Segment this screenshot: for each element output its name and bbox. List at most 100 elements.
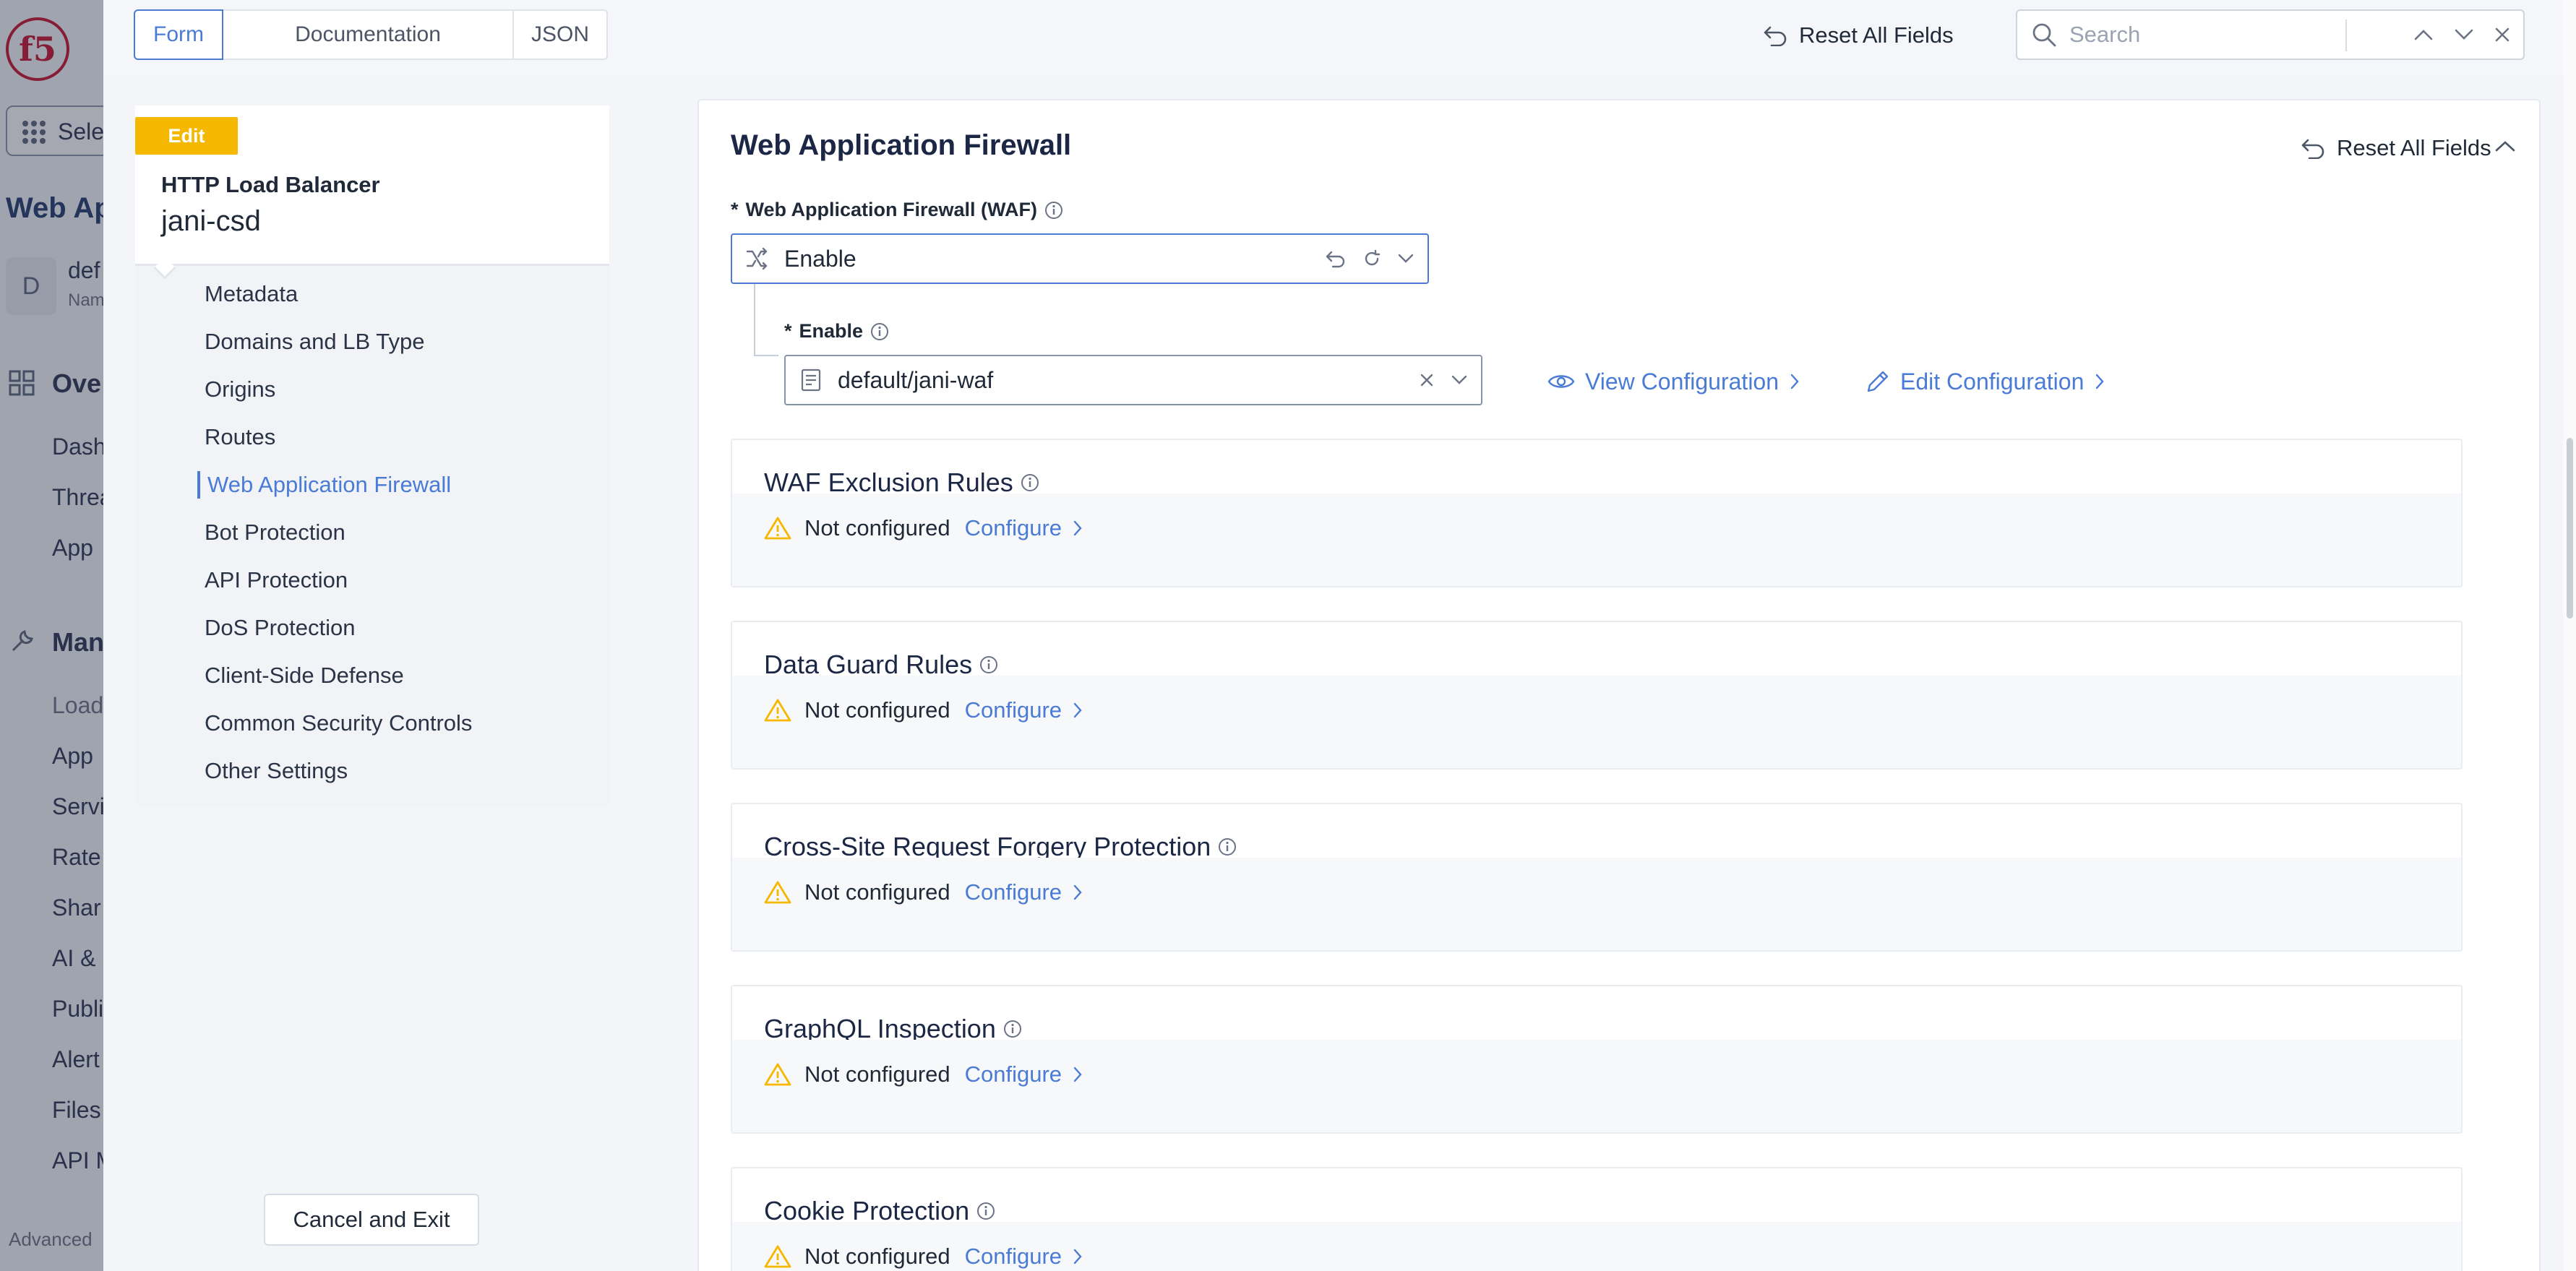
tab-form[interactable]: Form <box>134 9 223 60</box>
refresh-icon[interactable] <box>1362 249 1381 268</box>
subsection-body: Not configured Configure <box>732 1222 2461 1271</box>
configure-label: Configure <box>964 1061 1062 1087</box>
chevron-right-icon <box>1073 884 1082 900</box>
view-configuration-link[interactable]: View Configuration <box>1547 363 1800 400</box>
view-configuration-label: View Configuration <box>1585 368 1779 395</box>
edit-badge: Edit <box>135 117 238 155</box>
subsection-status: Not configured Configure <box>764 515 1083 541</box>
chevron-down-icon[interactable] <box>1397 253 1414 264</box>
warning-icon <box>764 699 791 722</box>
section-navigation: Edit HTTP Load Balancer jani-csd Metadat… <box>135 105 609 806</box>
waf-policy-value: default/jani-waf <box>838 366 994 393</box>
search-icon <box>2032 23 2056 47</box>
waf-section-panel: Web Application Firewall Reset All Field… <box>697 99 2541 1271</box>
waf-mode-value: Enable <box>784 245 856 272</box>
close-icon[interactable] <box>2494 27 2510 43</box>
nav-item-origins[interactable]: Origins <box>135 366 609 413</box>
nav-item-routes[interactable]: Routes <box>135 413 609 461</box>
waf-label-text: Web Application Firewall (WAF) <box>745 199 1038 220</box>
info-icon[interactable] <box>1021 473 1039 492</box>
cancel-and-exit-button[interactable]: Cancel and Exit <box>264 1194 479 1246</box>
warning-icon <box>764 1245 791 1268</box>
configure-link[interactable]: Configure <box>965 515 1083 541</box>
eye-icon <box>1547 375 1575 388</box>
configure-link[interactable]: Configure <box>965 1244 1083 1270</box>
status-text: Not configured <box>804 1061 950 1087</box>
chevron-up-icon[interactable] <box>2413 28 2434 41</box>
undo-icon <box>2301 139 2324 159</box>
scrollbar-thumb[interactable] <box>2567 438 2573 619</box>
enable-field-label: * Enable <box>784 320 889 342</box>
view-mode-tabs: Form Documentation JSON <box>134 9 608 60</box>
subsection-cookie-protection: Cookie Protection Not configured Configu… <box>731 1167 2463 1271</box>
chevron-right-icon <box>2096 374 2104 389</box>
info-icon[interactable] <box>1044 201 1063 220</box>
object-type: HTTP Load Balancer <box>161 172 380 197</box>
choice-icon <box>746 247 768 270</box>
object-name: jani-csd <box>161 205 261 237</box>
configure-link[interactable]: Configure <box>965 1061 1083 1087</box>
reset-section-fields-button[interactable]: Reset All Fields <box>2301 129 2491 167</box>
chevron-up-icon[interactable] <box>2494 139 2516 152</box>
subsection-data-guard-rules: Data Guard Rules Not configured Configur… <box>731 621 2463 770</box>
edit-configuration-label: Edit Configuration <box>1900 368 2085 395</box>
subsection-body: Not configured Configure <box>732 494 2461 586</box>
tree-connector <box>754 284 778 356</box>
tab-json[interactable]: JSON <box>512 9 608 60</box>
info-icon[interactable] <box>976 1202 995 1220</box>
search-input[interactable] <box>2069 22 2358 48</box>
info-icon[interactable] <box>1003 1020 1022 1038</box>
configure-label: Configure <box>964 697 1062 723</box>
search-divider <box>2345 20 2347 51</box>
configure-link[interactable]: Configure <box>965 697 1083 723</box>
nav-item-api-protection[interactable]: API Protection <box>135 556 609 604</box>
waf-select-actions <box>1325 235 1414 283</box>
edit-configuration-link[interactable]: Edit Configuration <box>1866 363 2105 400</box>
info-icon[interactable] <box>870 322 889 341</box>
nav-item-common-security-controls[interactable]: Common Security Controls <box>135 699 609 747</box>
page-scrollbar[interactable] <box>2563 0 2576 1271</box>
nav-item-domains-lb-type[interactable]: Domains and LB Type <box>135 318 609 366</box>
section-nav-list: Metadata Domains and LB Type Origins Rou… <box>135 270 609 795</box>
edit-drawer: Form Documentation JSON Reset All Fields… <box>103 0 2576 1271</box>
status-text: Not configured <box>804 879 950 905</box>
tab-documentation[interactable]: Documentation <box>222 9 514 60</box>
subsection-csrf-protection: Cross-Site Request Forgery Protection No… <box>731 803 2463 952</box>
waf-mode-select[interactable]: Enable <box>731 233 1429 284</box>
search-nav <box>2413 11 2510 59</box>
waf-field-label: * Web Application Firewall (WAF) <box>731 199 1063 221</box>
enable-label-text: Enable <box>799 320 864 342</box>
clear-icon[interactable] <box>1419 372 1435 388</box>
waf-policy-select[interactable]: default/jani-waf <box>784 355 1482 405</box>
drawer-topbar: Form Documentation JSON Reset All Fields <box>103 0 2576 75</box>
chevron-right-icon <box>1073 702 1082 718</box>
nav-item-dos-protection[interactable]: DoS Protection <box>135 604 609 652</box>
required-mark: * <box>784 320 792 342</box>
warning-icon <box>764 1063 791 1086</box>
chevron-down-icon[interactable] <box>2454 28 2474 41</box>
nav-item-metadata[interactable]: Metadata <box>135 270 609 318</box>
reset-all-fields-button[interactable]: Reset All Fields <box>1763 16 1954 55</box>
info-icon[interactable] <box>979 655 998 674</box>
configure-label: Configure <box>964 1244 1062 1269</box>
nav-item-client-side-defense[interactable]: Client-Side Defense <box>135 652 609 699</box>
undo-icon[interactable] <box>1325 249 1347 268</box>
section-title: Web Application Firewall <box>731 129 1072 161</box>
subsection-status: Not configured Configure <box>764 1061 1083 1087</box>
configure-link[interactable]: Configure <box>965 879 1083 905</box>
chevron-down-icon[interactable] <box>1451 374 1468 386</box>
pencil-icon <box>1867 371 1889 392</box>
info-icon[interactable] <box>1218 837 1237 856</box>
subsection-body: Not configured Configure <box>732 676 2461 768</box>
nav-item-web-application-firewall[interactable]: Web Application Firewall <box>135 461 609 509</box>
warning-icon <box>764 881 791 904</box>
subsection-status: Not configured Configure <box>764 879 1083 905</box>
nav-item-bot-protection[interactable]: Bot Protection <box>135 509 609 556</box>
subsection-status: Not configured Configure <box>764 697 1083 723</box>
configure-label: Configure <box>964 879 1062 905</box>
warning-icon <box>764 517 791 540</box>
status-text: Not configured <box>804 697 950 723</box>
nav-item-other-settings[interactable]: Other Settings <box>135 747 609 795</box>
subsection-body: Not configured Configure <box>732 1040 2461 1132</box>
chevron-right-icon <box>1790 374 1799 389</box>
